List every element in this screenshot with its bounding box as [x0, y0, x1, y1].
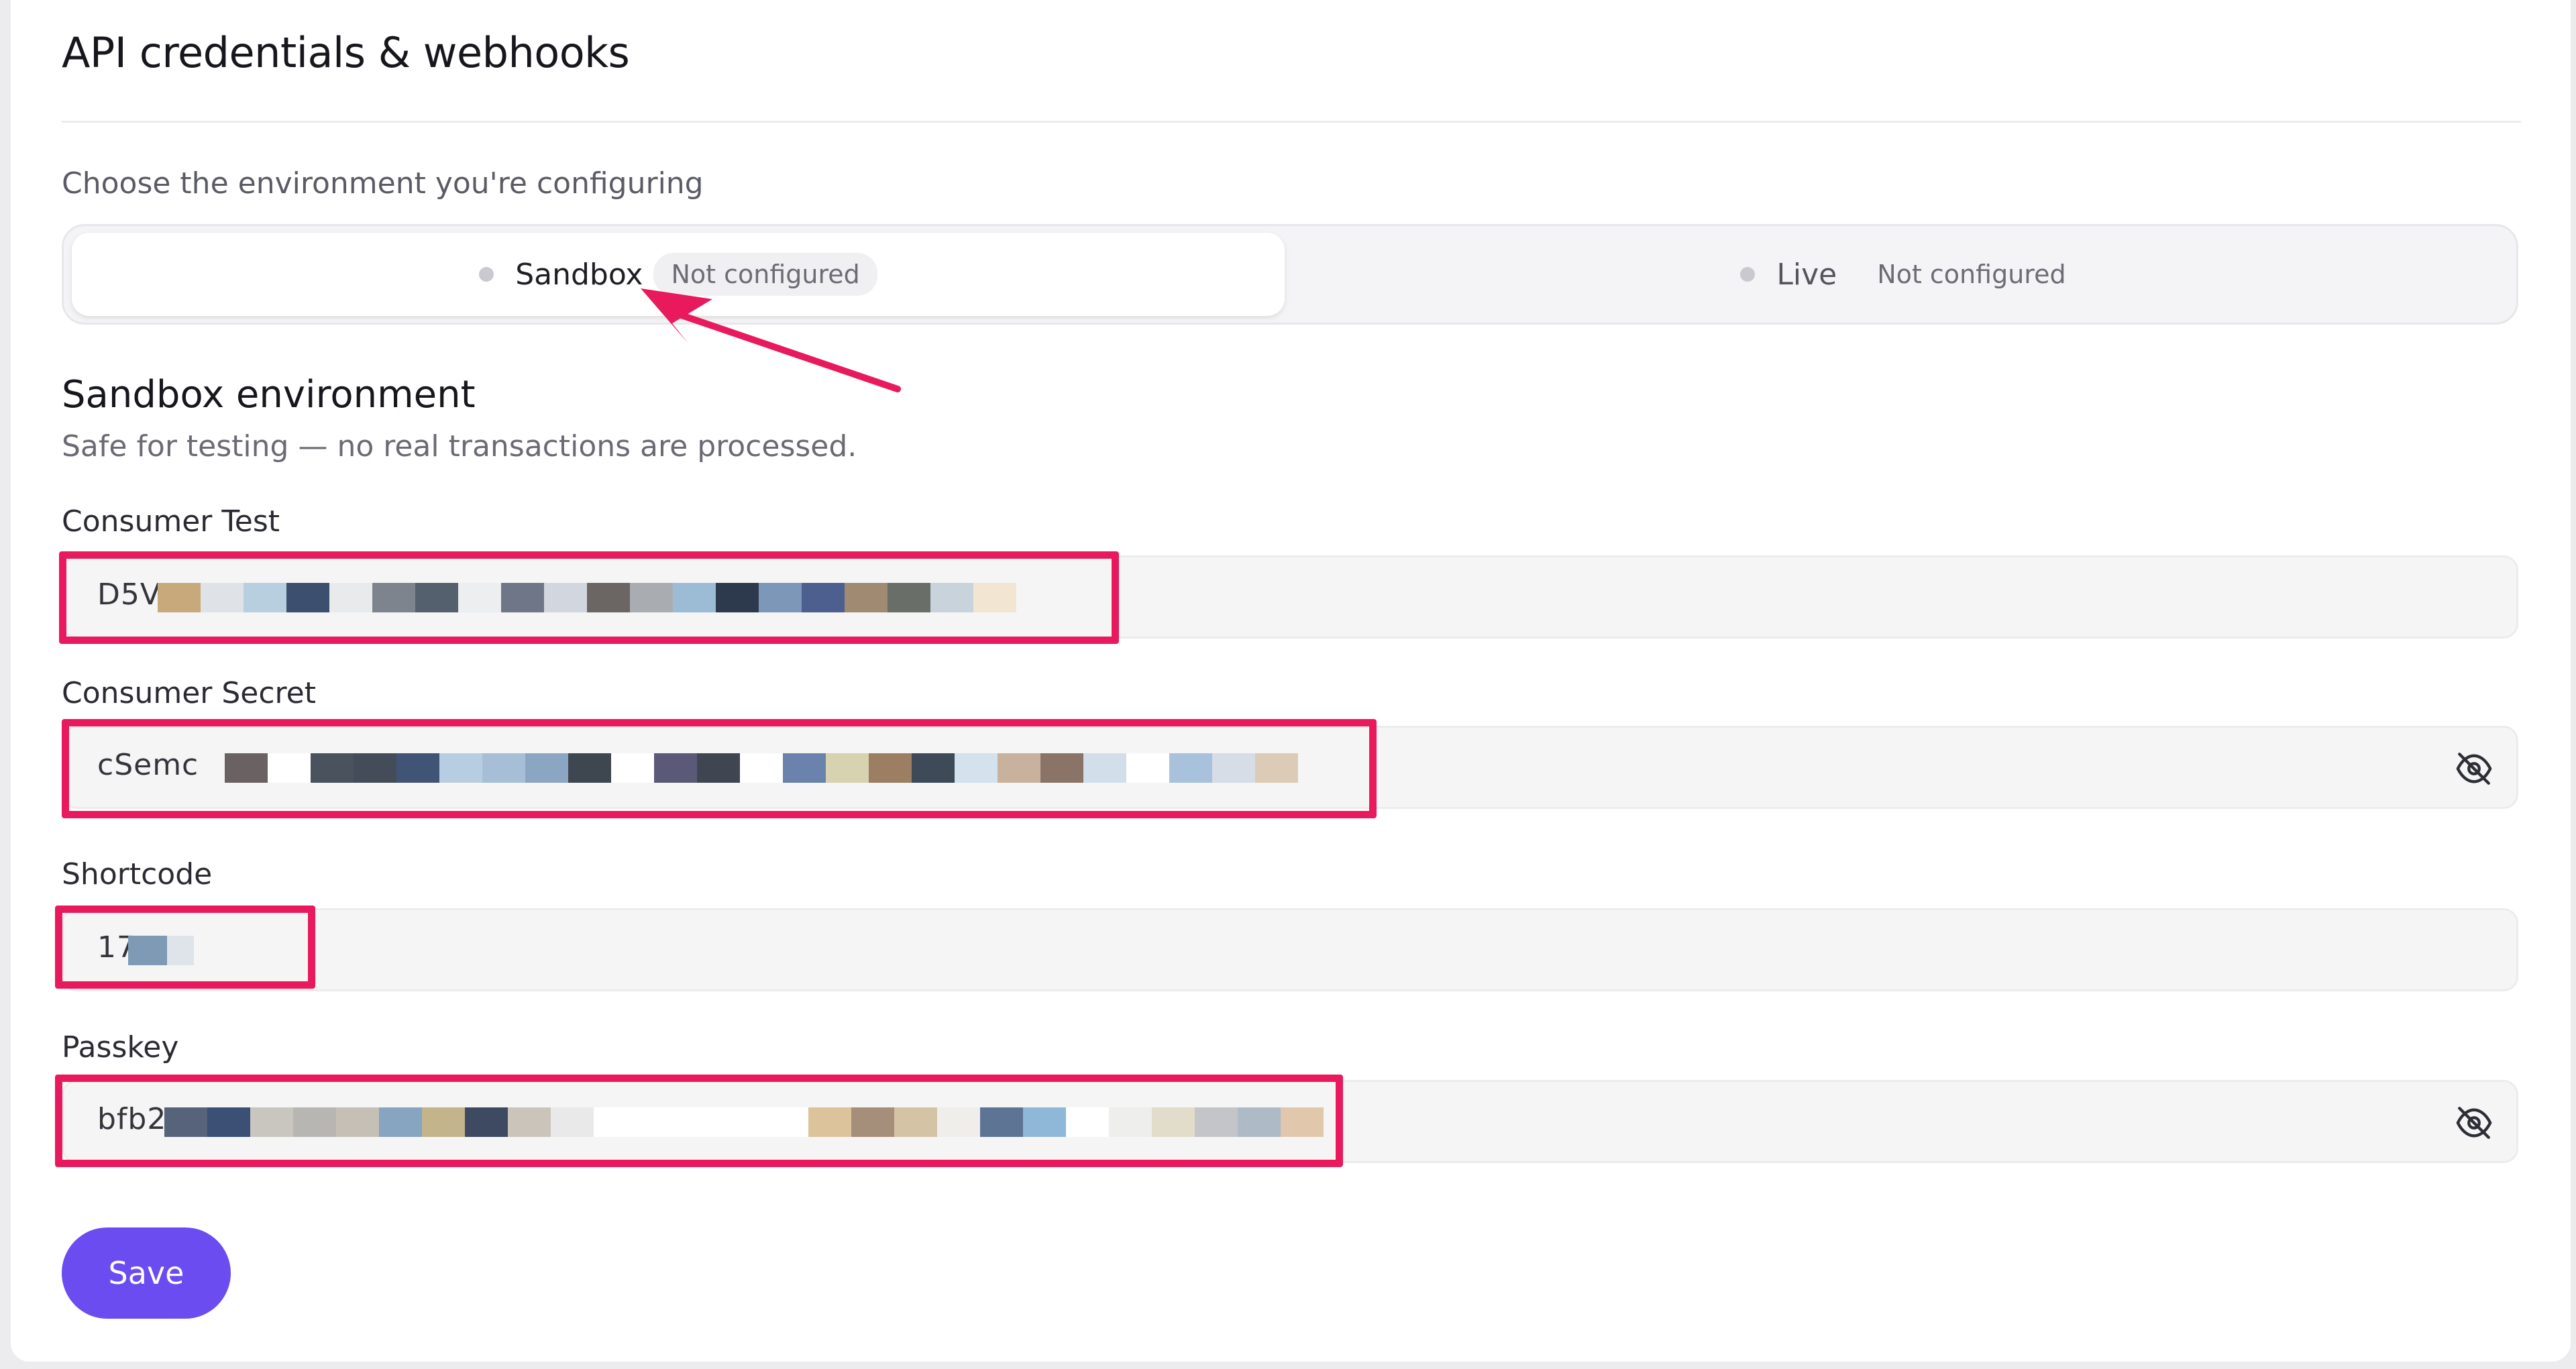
- environment-label: Sandbox: [515, 257, 643, 292]
- annotation-highlight-consumer-secret: [62, 719, 1377, 818]
- passkey-label: Passkey: [62, 1030, 179, 1064]
- environment-prompt: Choose the environment you're configurin…: [62, 166, 704, 201]
- environment-label: Live: [1776, 257, 1837, 292]
- header-divider: [62, 121, 2521, 123]
- status-dot-icon: [479, 267, 494, 282]
- page-title: API credentials & webhooks: [62, 28, 630, 77]
- eye-off-icon[interactable]: [2455, 1105, 2493, 1141]
- environment-option-sandbox[interactable]: Sandbox Not configured: [72, 233, 1285, 316]
- annotation-highlight-consumer-test: [59, 551, 1119, 644]
- environment-switch: Sandbox Not configured Live Not configur…: [62, 224, 2518, 325]
- shortcode-label: Shortcode: [62, 857, 213, 891]
- consumer-test-label: Consumer Test: [62, 504, 280, 539]
- status-badge: Not configured: [653, 253, 877, 296]
- shortcode-input[interactable]: 17: [62, 908, 2518, 991]
- annotation-highlight-passkey: [55, 1075, 1343, 1167]
- section-subtitle: Safe for testing — no real transactions …: [62, 429, 857, 463]
- status-dot-icon: [1740, 267, 1756, 282]
- consumer-secret-label: Consumer Secret: [62, 676, 316, 710]
- environment-option-live[interactable]: Live Not configured: [1294, 233, 2512, 316]
- eye-off-icon[interactable]: [2455, 751, 2493, 787]
- section-title: Sandbox environment: [62, 373, 476, 417]
- annotation-highlight-shortcode: [55, 906, 315, 989]
- status-badge: Not configured: [1877, 260, 2066, 289]
- save-button[interactable]: Save: [62, 1227, 231, 1319]
